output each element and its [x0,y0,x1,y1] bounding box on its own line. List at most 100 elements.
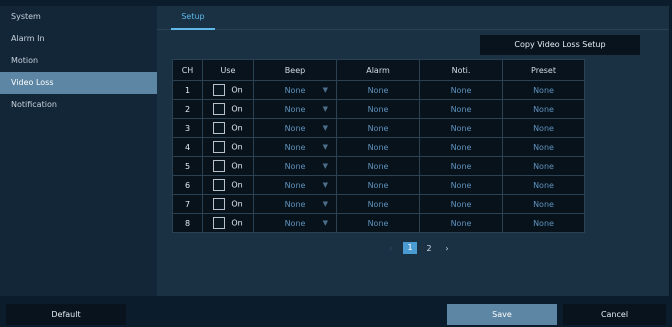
cancel-button[interactable]: Cancel [563,304,666,325]
alarm-setting[interactable]: None [336,175,420,195]
chevron-down-icon: ▼ [322,86,328,94]
chevron-down-icon: ▼ [322,200,328,208]
beep-value: None [284,180,306,190]
chevron-left-icon[interactable]: ‹ [385,244,397,253]
table-row: 5 On None ▼ None None None [172,156,585,176]
beep-dropdown[interactable]: None ▼ [253,80,337,100]
use-toggle[interactable]: On [202,213,254,233]
channel-number: 7 [172,194,203,214]
preset-setting[interactable]: None [502,137,585,157]
column-header-ch: CH [172,59,203,81]
noti-setting[interactable]: None [419,99,503,119]
pagination: ‹ 1 2 › [385,241,453,255]
use-checkbox[interactable] [213,179,226,191]
alarm-setting[interactable]: None [336,137,420,157]
alarm-setting[interactable]: None [336,99,420,119]
tab-bar: Setup [157,6,669,30]
channel-number: 6 [172,175,203,195]
use-label: On [231,104,243,114]
preset-setting[interactable]: None [502,213,585,233]
table-row: 6 On None ▼ None None None [172,175,585,195]
noti-setting[interactable]: None [419,137,503,157]
sidebar-item-notification[interactable]: Notification [0,94,157,116]
noti-setting[interactable]: None [419,80,503,100]
use-checkbox[interactable] [213,84,226,96]
table-row: 8 On None ▼ None None None [172,213,585,233]
use-checkbox[interactable] [213,141,226,153]
use-toggle[interactable]: On [202,194,254,214]
preset-setting[interactable]: None [502,80,585,100]
channel-number: 5 [172,156,203,176]
use-toggle[interactable]: On [202,99,254,119]
sidebar-item-system[interactable]: System [0,6,157,28]
use-toggle[interactable]: On [202,175,254,195]
beep-value: None [284,123,306,133]
channel-number: 8 [172,213,203,233]
main-panel: Setup Copy Video Loss Setup CH Use Beep … [157,6,669,296]
copy-video-loss-setup-button[interactable]: Copy Video Loss Setup [480,35,640,55]
page-1-button[interactable]: 1 [403,242,417,254]
chevron-down-icon: ▼ [322,181,328,189]
table-row: 1 On None ▼ None None None [172,80,585,100]
preset-setting[interactable]: None [502,194,585,214]
use-checkbox[interactable] [213,198,226,210]
noti-setting[interactable]: None [419,156,503,176]
table-row: 3 On None ▼ None None None [172,118,585,138]
use-checkbox[interactable] [213,103,226,115]
chevron-down-icon: ▼ [322,162,328,170]
video-loss-table: CH Use Beep Alarm Noti. Preset 1 On None… [172,59,585,233]
tab-setup[interactable]: Setup [171,6,215,30]
beep-dropdown[interactable]: None ▼ [253,137,337,157]
beep-value: None [284,161,306,171]
column-header-alarm: Alarm [336,59,420,81]
use-toggle[interactable]: On [202,118,254,138]
channel-number: 3 [172,118,203,138]
beep-dropdown[interactable]: None ▼ [253,118,337,138]
chevron-right-icon[interactable]: › [441,244,453,253]
noti-setting[interactable]: None [419,213,503,233]
use-toggle[interactable]: On [202,137,254,157]
alarm-setting[interactable]: None [336,118,420,138]
use-checkbox[interactable] [213,122,226,134]
beep-dropdown[interactable]: None ▼ [253,194,337,214]
table-row: 7 On None ▼ None None None [172,194,585,214]
noti-setting[interactable]: None [419,175,503,195]
save-button[interactable]: Save [447,304,557,325]
sidebar-item-video-loss[interactable]: Video Loss [0,72,157,94]
default-button[interactable]: Default [6,304,126,325]
beep-dropdown[interactable]: None ▼ [253,213,337,233]
use-checkbox[interactable] [213,160,226,172]
alarm-setting[interactable]: None [336,156,420,176]
column-header-preset: Preset [502,59,585,81]
column-header-beep: Beep [253,59,337,81]
beep-dropdown[interactable]: None ▼ [253,99,337,119]
preset-setting[interactable]: None [502,156,585,176]
beep-dropdown[interactable]: None ▼ [253,156,337,176]
use-label: On [231,180,243,190]
table-header-row: CH Use Beep Alarm Noti. Preset [172,59,585,81]
use-toggle[interactable]: On [202,80,254,100]
preset-setting[interactable]: None [502,99,585,119]
alarm-setting[interactable]: None [336,194,420,214]
noti-setting[interactable]: None [419,194,503,214]
use-checkbox[interactable] [213,217,226,229]
alarm-setting[interactable]: None [336,213,420,233]
beep-dropdown[interactable]: None ▼ [253,175,337,195]
table-row: 4 On None ▼ None None None [172,137,585,157]
column-header-noti: Noti. [419,59,503,81]
use-toggle[interactable]: On [202,156,254,176]
table-row: 2 On None ▼ None None None [172,99,585,119]
use-label: On [231,218,243,228]
noti-setting[interactable]: None [419,118,503,138]
sidebar-item-alarm-in[interactable]: Alarm In [0,28,157,50]
chevron-down-icon: ▼ [322,105,328,113]
beep-value: None [284,85,306,95]
alarm-setting[interactable]: None [336,80,420,100]
preset-setting[interactable]: None [502,175,585,195]
chevron-down-icon: ▼ [322,143,328,151]
use-label: On [231,161,243,171]
sidebar-item-motion[interactable]: Motion [0,50,157,72]
page-2-button[interactable]: 2 [423,244,435,253]
use-label: On [231,85,243,95]
preset-setting[interactable]: None [502,118,585,138]
